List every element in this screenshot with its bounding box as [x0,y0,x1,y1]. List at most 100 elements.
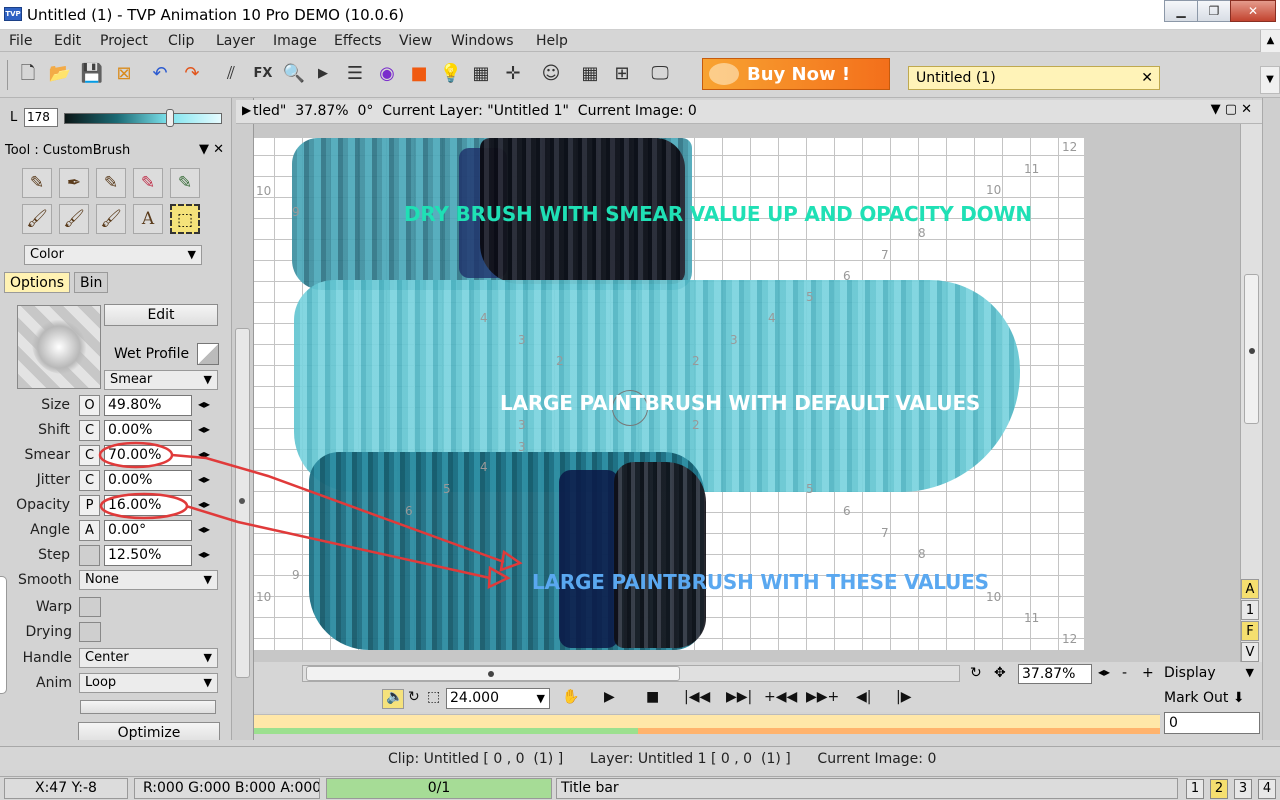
minimize-button[interactable]: ▁ [1164,0,1198,22]
param-mode-button[interactable]: O [79,395,100,416]
opacity-field[interactable]: 16.00% [104,495,192,516]
page-button-4[interactable]: 4 [1258,779,1276,799]
selection-icon[interactable]: ⬚ [427,689,440,705]
maximize-button[interactable]: ❐ [1197,0,1231,22]
side-badge-v[interactable]: V [1241,642,1259,662]
oil-brush-icon[interactable]: 🖌 [59,204,89,234]
spin-arrows-icon[interactable]: ◂▸ [198,522,210,536]
panel-controls[interactable]: ▼ ✕ [199,142,224,157]
warp-checkbox[interactable] [79,597,101,617]
pencil-brush-icon[interactable]: ✎ [22,168,52,198]
save-icon[interactable]: 💾 [80,62,104,86]
layers-icon[interactable]: ☰ [343,62,367,86]
display-dropdown[interactable]: Display ▼ [1162,664,1258,684]
menu-effects[interactable]: Effects [334,33,382,49]
optimize-button[interactable]: Optimize [78,722,220,740]
face-mask-icon[interactable]: ☺ [539,62,563,86]
last-frame-button[interactable]: ▶▶| [726,689,752,705]
drawing-canvas[interactable]: 12 11 10 10 9 8 7 6 5 4 4 3 3 2 2 3 2 4 … [254,138,1084,650]
param-mode-button[interactable]: C [79,445,100,466]
menu-layer[interactable]: Layer [216,33,255,49]
jitter-field[interactable]: 0.00% [104,470,192,491]
param-mode-button[interactable]: C [79,470,100,491]
zoom-spin-icon[interactable]: ◂▸ [1098,665,1110,679]
paintbrush-icon[interactable]: 🖌 [22,204,52,234]
expand-icon[interactable]: ▶ [242,103,251,117]
side-badge-f[interactable]: F [1241,621,1259,641]
param-mode-button[interactable] [79,545,100,566]
knife-brush-icon[interactable]: 🖌 [96,204,126,234]
spin-arrows-icon[interactable]: ◂▸ [198,497,210,511]
text-tool-icon[interactable]: A [133,204,163,234]
spin-arrows-icon[interactable]: ◂▸ [198,397,210,411]
center-view-icon[interactable]: ✥ [994,665,1006,681]
slider-handle[interactable] [166,109,174,127]
prev-frame-button[interactable]: ◀| [856,689,871,705]
first-frame-button[interactable]: |◀◀ [684,689,710,705]
param-mode-button[interactable]: P [79,495,100,516]
zoom-search-icon[interactable]: 🔍 [282,62,306,86]
canvas-stage[interactable]: 12 11 10 10 9 8 7 6 5 4 4 3 3 2 2 3 2 4 … [254,124,1240,662]
canvas-window-controls[interactable]: ▼ ▢ ✕ [1211,102,1252,117]
edit-button[interactable]: Edit [104,304,218,326]
menu-view[interactable]: View [399,33,432,49]
close-tab-icon[interactable]: ✕ [1141,67,1153,89]
lightness-value[interactable]: 178 [24,108,58,127]
buy-now-button[interactable]: Buy Now ! [702,58,890,90]
close-button[interactable]: ✕ [1230,0,1276,22]
spin-arrows-icon[interactable]: ◂▸ [198,472,210,486]
add-next-button[interactable]: ▶▶+ [806,689,839,705]
spin-arrows-icon[interactable]: ◂▸ [198,447,210,461]
project-tab[interactable]: Untitled (1) ✕ [908,66,1160,90]
menu-help[interactable]: Help [536,33,568,49]
shift-field[interactable]: 0.00% [104,420,192,441]
color-picker-icon[interactable]: ■ [407,62,431,86]
anim-dropdown[interactable]: Loop ▼ [79,673,218,693]
monitor-icon[interactable]: 🖵 [648,62,672,86]
close-project-icon[interactable]: ⊠ [112,62,136,86]
page-button-3[interactable]: 3 [1234,779,1252,799]
drying-checkbox[interactable] [79,622,101,642]
lightness-slider[interactable] [64,113,222,124]
fps-dropdown[interactable]: 24.000 ▼ [446,688,550,709]
zoom-input[interactable]: 37.87% [1018,664,1092,684]
timeline-track[interactable] [254,714,1160,734]
new-file-icon[interactable]: 🗋 [16,62,40,86]
tab-bin[interactable]: Bin [74,272,109,293]
pen-brush-icon[interactable]: ✒ [59,168,89,198]
page-button-2[interactable]: 2 [1210,779,1228,799]
page-button-1[interactable]: 1 [1186,779,1204,799]
color-wheel-icon[interactable]: ◉ [375,62,399,86]
menu-windows[interactable]: Windows [451,33,514,49]
smooth-dropdown[interactable]: None ▼ [79,570,218,590]
open-folder-icon[interactable]: 📂 [48,62,72,86]
step-field[interactable]: 12.50% [104,545,192,566]
play-button[interactable]: ▶ [604,689,615,705]
menu-edit[interactable]: Edit [54,33,81,49]
smear-field[interactable]: 70.00% [104,445,192,466]
color-mode-dropdown[interactable]: Color ▼ [24,245,202,265]
custom-brush-icon[interactable]: ⬚ [170,204,200,234]
mark-out-input[interactable]: 0 [1164,712,1260,734]
menu-image[interactable]: Image [273,33,317,49]
brush-tools-icon[interactable]: ⫽ [219,62,243,86]
toolbar-scroll-down-icon[interactable]: ▼ [1260,66,1280,94]
brush-preview[interactable] [17,305,101,389]
menu-scroll-up-icon[interactable]: ▲ [1260,30,1280,52]
side-badge-a[interactable]: A [1241,579,1259,599]
panel-scrollbar[interactable] [232,98,254,740]
add-prev-button[interactable]: +◀◀ [764,689,797,705]
grid-preview-icon[interactable]: ▦ [469,62,493,86]
size-field[interactable]: 49.80% [104,395,192,416]
sound-icon[interactable]: 🔈 [386,689,403,705]
zoom-in-button[interactable]: + [1142,665,1154,681]
play-icon[interactable]: ▶ [311,62,335,86]
stop-button[interactable]: ■ [646,689,659,705]
menu-clip[interactable]: Clip [168,33,194,49]
undo-icon[interactable]: ↶ [148,62,172,86]
rotate-reset-icon[interactable]: ↻ [970,665,982,681]
menu-project[interactable]: Project [100,33,148,49]
angle-field[interactable]: 0.00° [104,520,192,541]
next-frame-button[interactable]: |▶ [896,689,911,705]
param-mode-button[interactable]: A [79,520,100,541]
